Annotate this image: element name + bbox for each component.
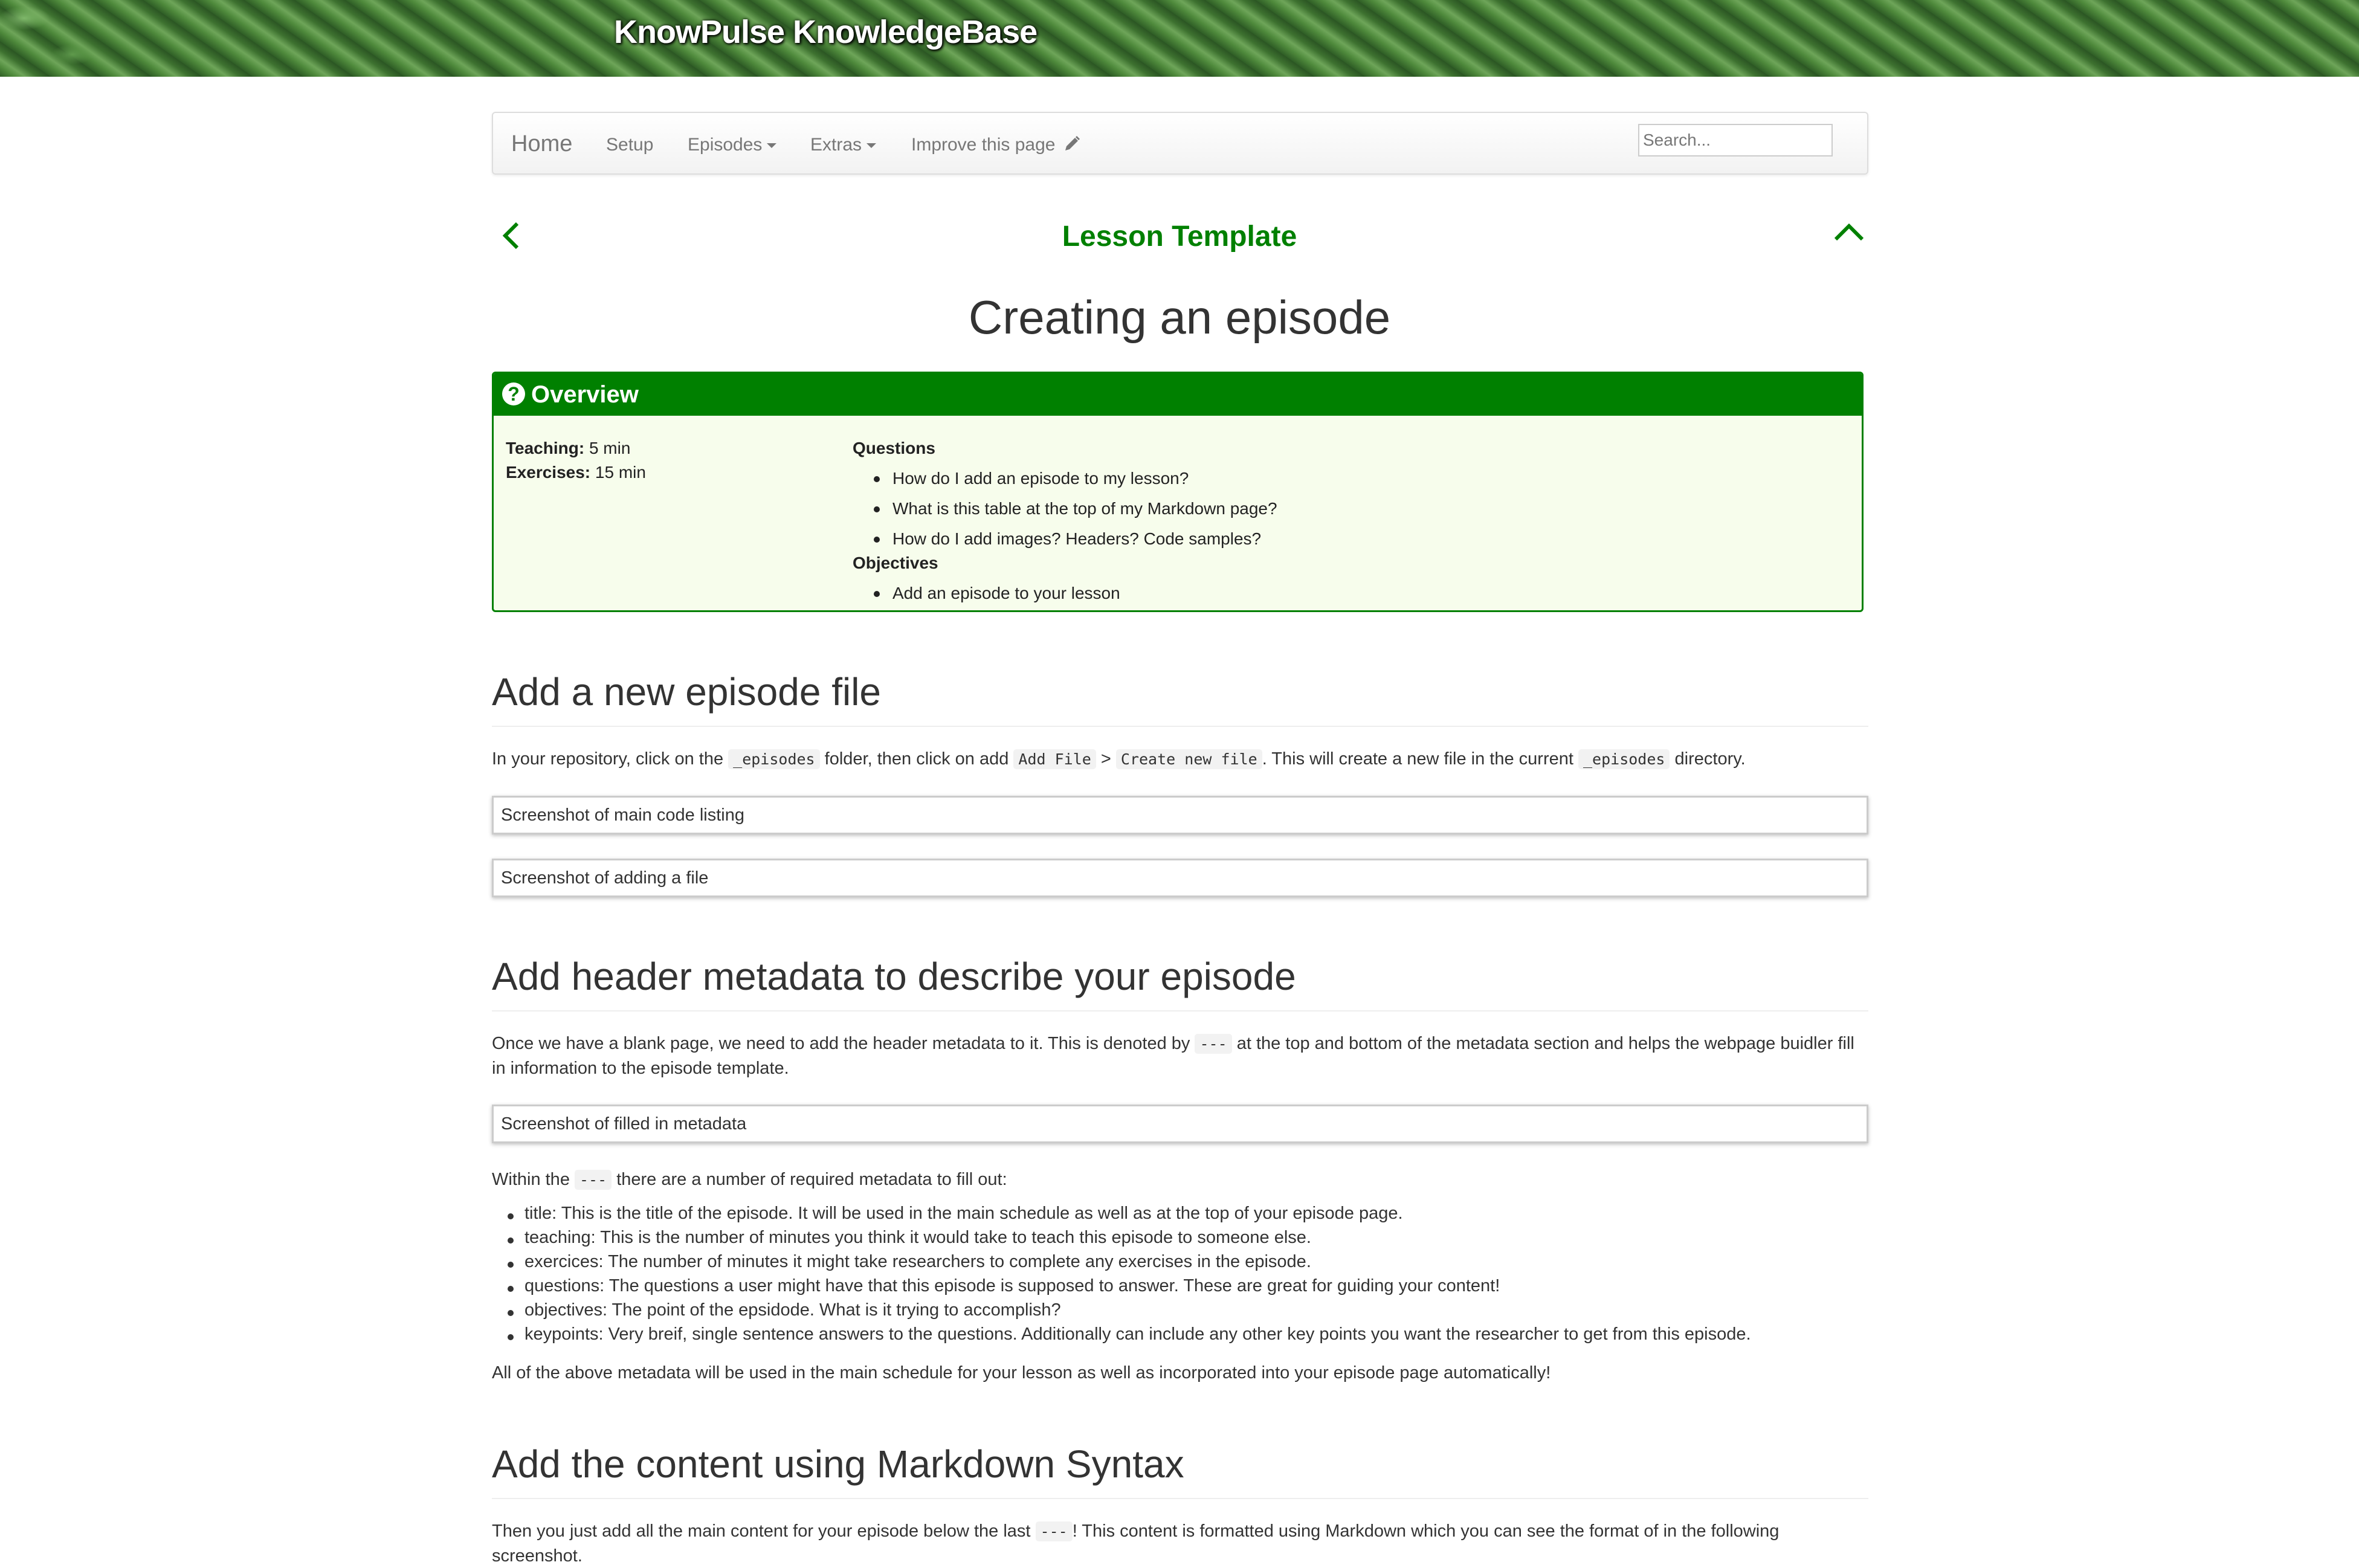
section1-paragraph: In your repository, click on the _episod… [492, 747, 1868, 772]
text-span: . This will create a new file in the cur… [1262, 749, 1578, 769]
list-bullet [874, 591, 880, 597]
inline-code: --- [575, 1170, 612, 1190]
list-bullet [874, 537, 880, 543]
text-span: folder, then click on add [819, 749, 1014, 769]
teaching-label: Teaching: [506, 439, 585, 457]
nav-setup-link[interactable]: Setup [606, 135, 653, 155]
lesson-title-link[interactable]: Lesson Template [0, 220, 2359, 253]
list-item: title: This is the title of the episode.… [524, 1204, 1403, 1223]
nav-home-link[interactable]: Home [511, 131, 572, 157]
text-span: In your repository, click on the [492, 749, 729, 769]
question-circle-icon: ? [502, 382, 525, 406]
screenshot-placeholder: Screenshot of main code listing [492, 796, 1868, 834]
question-item: How do I add an episode to my lesson? [892, 469, 1189, 488]
objectives-heading: Objectives [853, 553, 938, 572]
list-bullet [508, 1286, 514, 1292]
overview-panel: ? Overview Teaching: 5 min Exercises: 15 … [492, 372, 1864, 612]
section-divider [492, 1498, 1868, 1499]
text-span: Within the [492, 1170, 575, 1189]
caret-down-icon [866, 143, 877, 149]
teaching-value: 5 min [589, 439, 631, 457]
question-item: What is this table at the top of my Mark… [892, 499, 1277, 518]
section-divider [492, 726, 1868, 727]
section-heading-markdown: Add the content using Markdown Syntax [492, 1442, 1184, 1486]
inline-code: _episodes [728, 749, 820, 769]
text-span: Then you just add all the main content f… [492, 1521, 1036, 1541]
up-to-lesson-link[interactable] [1832, 218, 1866, 251]
text-span: there are a number of required metadata … [612, 1170, 1007, 1189]
site-title[interactable]: KnowPulse KnowledgeBase [614, 13, 1038, 51]
section-heading-header-metadata: Add header metadata to describe your epi… [492, 955, 1296, 998]
inline-code: Add File [1013, 749, 1096, 769]
top-navbar: Home Setup Episodes Extras Improve this … [492, 112, 1868, 175]
overview-header: ? Overview [494, 373, 1862, 416]
list-bullet [874, 506, 880, 512]
section-heading-new-episode: Add a new episode file [492, 670, 881, 714]
inline-code: Create new file [1115, 749, 1262, 769]
screenshot-placeholder: Screenshot of adding a file [492, 859, 1868, 897]
pencil-icon [1065, 136, 1080, 150]
exercises-time: Exercises: 15 min [506, 463, 646, 482]
list-bullet [508, 1237, 514, 1244]
text-span: Once we have a blank page, we need to ad… [492, 1034, 1195, 1053]
list-item: exercices: The number of minutes it migh… [524, 1252, 1311, 1271]
section3-paragraph: Then you just add all the main content f… [492, 1519, 1868, 1568]
teaching-time: Teaching: 5 min [506, 439, 630, 458]
caret-down-icon [767, 143, 777, 149]
text-span: > [1096, 749, 1116, 769]
chevron-up-icon [1834, 223, 1864, 241]
screenshot-placeholder: Screenshot of filled in metadata [492, 1105, 1868, 1143]
nav-episodes-dropdown[interactable]: Episodes [688, 135, 777, 155]
inline-code: _episodes [1578, 749, 1670, 769]
list-item: teaching: This is the number of minutes … [524, 1228, 1311, 1247]
text-span: directory. [1670, 749, 1746, 769]
list-bullet [508, 1310, 514, 1316]
header-banner: KnowPulse KnowledgeBase [0, 0, 2359, 77]
exercises-label: Exercises: [506, 463, 591, 482]
list-item: objectives: The point of the epsidode. W… [524, 1300, 1061, 1320]
nav-extras-dropdown[interactable]: Extras [810, 135, 877, 155]
nav-extras-label: Extras [810, 135, 862, 155]
list-bullet [874, 476, 880, 482]
list-bullet [508, 1213, 514, 1219]
overview-heading: Overview [531, 381, 639, 408]
objective-item: Add an episode to your lesson [892, 584, 1120, 602]
section-divider [492, 1010, 1868, 1011]
inline-code: --- [1195, 1034, 1232, 1054]
list-item: questions: The questions a user might ha… [524, 1276, 1500, 1295]
list-item: keypoints: Very breif, single sentence a… [524, 1324, 1751, 1344]
list-bullet [508, 1334, 514, 1340]
metadata-intro-paragraph: Within the --- there are a number of req… [492, 1167, 1868, 1192]
metadata-summary-paragraph: All of the above metadata will be used i… [492, 1363, 1551, 1382]
list-bullet [508, 1262, 514, 1268]
nav-improve-link[interactable]: Improve this page [911, 135, 1081, 155]
page-title: Creating an episode [968, 291, 1391, 344]
nav-improve-label: Improve this page [911, 135, 1056, 155]
search-input[interactable] [1638, 124, 1833, 156]
question-item: How do I add images? Headers? Code sampl… [892, 529, 1262, 548]
nav-episodes-label: Episodes [688, 135, 763, 155]
exercises-value: 15 min [595, 463, 646, 482]
questions-heading: Questions [853, 439, 935, 457]
inline-code: --- [1035, 1521, 1073, 1541]
section2-paragraph: Once we have a blank page, we need to ad… [492, 1031, 1868, 1080]
